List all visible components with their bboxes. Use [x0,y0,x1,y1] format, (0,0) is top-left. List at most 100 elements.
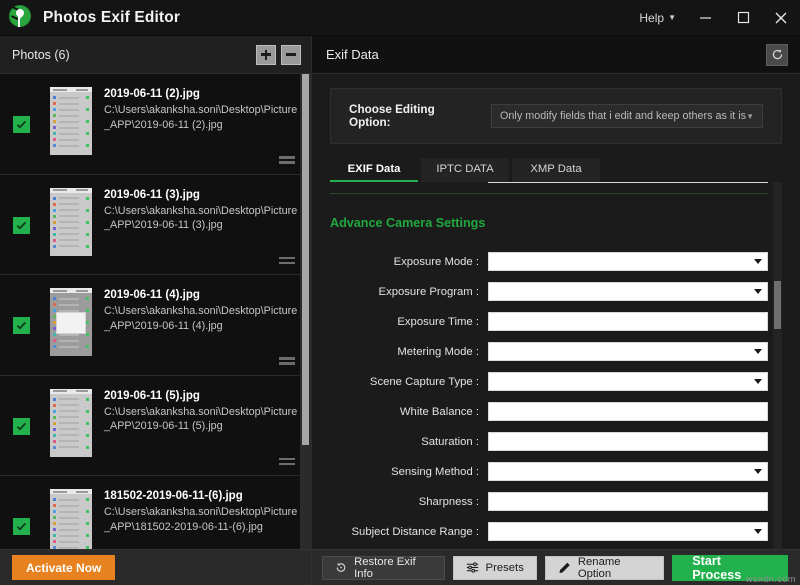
photo-meta: 2019-06-11 (4).jpgC:\Users\akanksha.soni… [104,287,301,333]
list-handle-icon[interactable] [279,458,295,466]
restore-clock-icon [335,561,347,574]
photos-list[interactable]: 2019-06-11 (2).jpg C:\Users\akanksha.soni… [0,74,311,549]
caret-down-icon [754,379,762,384]
photo-thumbnail [50,87,92,155]
photo-filename: 2019-06-11 (5).jpg [104,390,301,402]
photos-list-scrollbar[interactable] [300,74,311,549]
maximize-button[interactable] [724,0,762,36]
photo-checkbox[interactable] [13,317,30,334]
exif-panel-title: Exif Data [326,47,379,62]
add-photos-button[interactable] [256,45,276,65]
rename-option-button[interactable]: Rename Option [545,556,664,580]
photo-filename: 2019-06-11 (3).jpg [104,189,301,201]
reset-circular-arrow-icon [771,48,784,61]
exif-field-row: Scene Capture Type : [330,368,768,395]
editing-option-box: Choose Editing Option: Only modify field… [330,88,782,144]
close-button[interactable] [762,0,800,36]
reset-exif-button[interactable] [766,44,788,66]
exif-tab-bar[interactable]: EXIF Data IPTC DATA XMP Data [330,158,782,182]
check-icon [16,421,27,432]
editing-option-value: Only modify fields that i edit and keep … [500,110,746,122]
presets-button[interactable]: Presets [453,556,537,580]
photo-list-item[interactable]: 2019-06-11 (3).jpg C:\Users\akanksha.soni… [0,175,311,276]
tab-exif-data[interactable]: EXIF Data [330,158,418,182]
photo-list-item[interactable]: 2019-06-11 (5).jpg C:\Users\akanksha.soni… [0,376,311,477]
exif-field-input[interactable] [488,432,768,451]
check-icon [16,521,27,532]
watermark: wsxdn.com [746,574,796,585]
photo-list-item[interactable]: 2019-06-11 (4).jpgC:\Users\akanksha.soni… [0,275,311,376]
photo-checkbox[interactable] [13,418,30,435]
help-menu-button[interactable]: Help ▼ [629,0,686,36]
exif-field-label: Subject Distance Range : [330,526,488,538]
exif-field-row: Exposure Program : [330,278,768,305]
list-handle-icon[interactable] [279,257,295,265]
exif-field-label: Sharpness : [330,496,488,508]
photo-path: C:\Users\akanksha.soni\Desktop\Picture_A… [104,204,301,233]
list-handle-icon[interactable] [279,357,295,365]
remove-photos-button[interactable] [281,45,301,65]
help-label: Help [639,11,664,25]
photo-thumbnail [50,389,92,457]
app-window: Photos Exif Editor Help ▼ [0,0,800,585]
exif-panel: Exif Data Choose Editing Option: Only mo… [312,36,800,549]
list-handle-icon[interactable] [279,156,295,164]
photo-path: C:\Users\akanksha.soni\Desktop\Picture_A… [104,505,301,534]
maximize-icon [737,11,750,24]
exif-field-dropdown[interactable] [488,182,768,183]
exif-field-row: Sensing Method : [330,458,768,485]
app-title: Photos Exif Editor [43,9,180,27]
close-icon [774,11,788,25]
photo-thumbnail [50,288,92,356]
photo-meta: 2019-06-11 (5).jpg C:\Users\akanksha.soni… [104,388,301,434]
window-controls: Help ▼ [629,0,800,36]
exif-field-dropdown[interactable] [488,522,768,541]
photo-checkbox[interactable] [13,217,30,234]
tab-xmp-data[interactable]: XMP Data [512,158,600,182]
activate-bar: Activate Now [0,549,312,585]
activate-now-button[interactable]: Activate Now [12,555,115,580]
exif-field-input[interactable] [488,312,768,331]
exif-scrollbar[interactable] [773,182,782,549]
photo-meta: 2019-06-11 (2).jpgC:\Users\akanksha.soni… [104,86,301,132]
exif-panel-header: Exif Data [312,36,800,74]
exif-field-label: Exposure Time : [330,316,488,328]
tab-iptc-data[interactable]: IPTC DATA [421,158,509,182]
exif-field-dropdown[interactable] [488,252,768,271]
exif-field-row: Saturation : [330,428,768,455]
minimize-button[interactable] [686,0,724,36]
exif-field-dropdown[interactable] [488,462,768,481]
photos-scroll-thumb[interactable] [302,74,309,445]
check-icon [16,220,27,231]
minimize-icon [699,11,712,24]
title-bar: Photos Exif Editor Help ▼ [0,0,800,36]
exif-field-dropdown[interactable] [488,372,768,391]
exif-fields-scroll-viewport[interactable]: Orientation : Advance Camera Settings Expo… [330,182,782,549]
photo-list-item[interactable]: 181502-2019-06-11-(6).jpg C:\Users\akanks… [0,476,311,549]
exif-field-dropdown[interactable] [488,282,768,301]
exif-field-row: Orientation : [330,182,768,183]
editing-option-select[interactable]: Only modify fields that i edit and keep … [491,104,763,128]
tab-label: XMP Data [530,163,581,175]
photo-path: C:\Users\akanksha.soni\Desktop\Picture_A… [104,405,301,434]
exif-scroll-thumb[interactable] [774,281,781,329]
tab-label: EXIF Data [348,163,401,175]
photo-filename: 2019-06-11 (2).jpg [104,88,301,100]
photo-filename: 2019-06-11 (4).jpg [104,289,301,301]
exif-field-input[interactable] [488,402,768,421]
exif-field-row: Exposure Time : [330,308,768,335]
check-icon [16,320,27,331]
photo-thumbnail [50,188,92,256]
presets-label: Presets [486,562,524,574]
exif-field-dropdown[interactable] [488,342,768,361]
exif-field-label: Saturation : [330,436,488,448]
caret-down-icon [754,469,762,474]
photo-list-item[interactable]: 2019-06-11 (2).jpgC:\Users\akanksha.soni… [0,74,311,175]
section-title: Advance Camera Settings [330,216,768,230]
restore-exif-info-button[interactable]: Restore Exif Info [322,556,445,580]
photo-checkbox[interactable] [13,116,30,133]
photo-checkbox[interactable] [13,518,30,535]
exif-field-input[interactable] [488,492,768,511]
photo-filename: 181502-2019-06-11-(6).jpg [104,490,301,502]
restore-exif-info-label: Restore Exif Info [354,556,431,580]
